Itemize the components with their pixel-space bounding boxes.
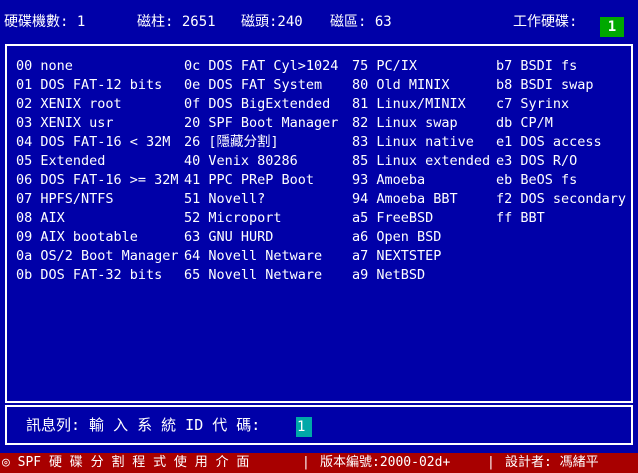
designer-info: 設計者: 馮緒平 bbox=[505, 455, 599, 470]
type-item[interactable]: e1 DOS access bbox=[496, 133, 626, 152]
type-item[interactable]: e3 DOS R/O bbox=[496, 152, 626, 171]
disk-count: 硬碟機數: 1 bbox=[4, 14, 86, 30]
type-item[interactable]: 85 Linux extended bbox=[352, 152, 490, 171]
type-item[interactable]: 20 SPF Boot Manager bbox=[184, 114, 338, 133]
type-item[interactable]: 64 Novell Netware bbox=[184, 247, 338, 266]
type-item[interactable]: a5 FreeBSD bbox=[352, 209, 490, 228]
type-item[interactable]: db CP/M bbox=[496, 114, 626, 133]
type-item[interactable]: eb BeOS fs bbox=[496, 171, 626, 190]
type-item[interactable]: 01 DOS FAT-12 bits bbox=[16, 76, 179, 95]
type-item[interactable]: 40 Venix 80286 bbox=[184, 152, 338, 171]
type-item[interactable]: 09 AIX bootable bbox=[16, 228, 179, 247]
message-prompt: 訊息列: 輸 入 系 統 ID 代 碼: bbox=[26, 416, 261, 434]
type-item[interactable]: 03 XENIX usr bbox=[16, 114, 179, 133]
work-drive-label: 工作硬碟: bbox=[513, 14, 578, 30]
type-item[interactable]: 06 DOS FAT-16 >= 32M bbox=[16, 171, 179, 190]
type-item[interactable]: 94 Amoeba BBT bbox=[352, 190, 490, 209]
type-item[interactable]: a6 Open BSD bbox=[352, 228, 490, 247]
type-item[interactable]: f2 DOS secondary bbox=[496, 190, 626, 209]
system-id-input[interactable] bbox=[296, 417, 312, 437]
type-item[interactable]: 07 HPFS/NTFS bbox=[16, 190, 179, 209]
type-item[interactable]: 51 Novell? bbox=[184, 190, 338, 209]
work-drive-selector[interactable]: 1 bbox=[600, 17, 624, 37]
version-info: 版本編號:2000-02d+ bbox=[320, 455, 451, 470]
cylinder-count: 磁柱: 2651 bbox=[137, 14, 216, 30]
type-item[interactable]: 08 AIX bbox=[16, 209, 179, 228]
type-item[interactable]: 75 PC/IX bbox=[352, 57, 490, 76]
status-bar: ◎ SPF 硬 碟 分 割 程 式 使 用 介 面 | 版本編號:2000-02… bbox=[0, 453, 638, 473]
type-item[interactable]: 0c DOS FAT Cyl>1024 bbox=[184, 57, 338, 76]
type-item[interactable]: 65 Novell Netware bbox=[184, 266, 338, 285]
type-item[interactable]: 82 Linux swap bbox=[352, 114, 490, 133]
type-item[interactable]: 0b DOS FAT-32 bits bbox=[16, 266, 179, 285]
type-item[interactable]: 0f DOS BigExtended bbox=[184, 95, 338, 114]
type-item[interactable]: 93 Amoeba bbox=[352, 171, 490, 190]
type-column-3: 75 PC/IX 80 Old MINIX 81 Linux/MINIX 82 … bbox=[352, 57, 490, 285]
type-column-1: 00 none 01 DOS FAT-12 bits 02 XENIX root… bbox=[16, 57, 179, 285]
type-item[interactable]: 00 none bbox=[16, 57, 179, 76]
header-bar: 硬碟機數: 1 磁柱: 2651 磁頭:240 磁區: 63 工作硬碟: bbox=[0, 0, 638, 44]
status-separator: | bbox=[487, 455, 495, 470]
head-count: 磁頭:240 bbox=[241, 14, 303, 30]
type-item[interactable]: a9 NetBSD bbox=[352, 266, 490, 285]
type-column-4: b7 BSDI fs b8 BSDI swap c7 Syrinx db CP/… bbox=[496, 57, 626, 228]
type-item[interactable]: ff BBT bbox=[496, 209, 626, 228]
type-item[interactable]: 81 Linux/MINIX bbox=[352, 95, 490, 114]
type-item[interactable]: 80 Old MINIX bbox=[352, 76, 490, 95]
type-item[interactable]: b7 BSDI fs bbox=[496, 57, 626, 76]
type-item[interactable]: 0e DOS FAT System bbox=[184, 76, 338, 95]
type-item[interactable]: a7 NEXTSTEP bbox=[352, 247, 490, 266]
type-item[interactable]: 02 XENIX root bbox=[16, 95, 179, 114]
status-separator: | bbox=[302, 455, 310, 470]
type-item[interactable]: 63 GNU HURD bbox=[184, 228, 338, 247]
type-item[interactable]: 41 PPC PReP Boot bbox=[184, 171, 338, 190]
type-item[interactable]: c7 Syrinx bbox=[496, 95, 626, 114]
type-column-2: 0c DOS FAT Cyl>1024 0e DOS FAT System 0f… bbox=[184, 57, 338, 285]
sector-count: 磁區: 63 bbox=[330, 14, 392, 30]
type-item[interactable]: 83 Linux native bbox=[352, 133, 490, 152]
type-item[interactable]: b8 BSDI swap bbox=[496, 76, 626, 95]
type-item[interactable]: 05 Extended bbox=[16, 152, 179, 171]
type-item[interactable]: 52 Microport bbox=[184, 209, 338, 228]
type-item[interactable]: 0a OS/2 Boot Manager bbox=[16, 247, 179, 266]
type-item[interactable]: 04 DOS FAT-16 < 32M bbox=[16, 133, 179, 152]
app-title: ◎ SPF 硬 碟 分 割 程 式 使 用 介 面 bbox=[2, 455, 250, 470]
type-item[interactable]: 26 [隱藏分割] bbox=[184, 133, 338, 152]
